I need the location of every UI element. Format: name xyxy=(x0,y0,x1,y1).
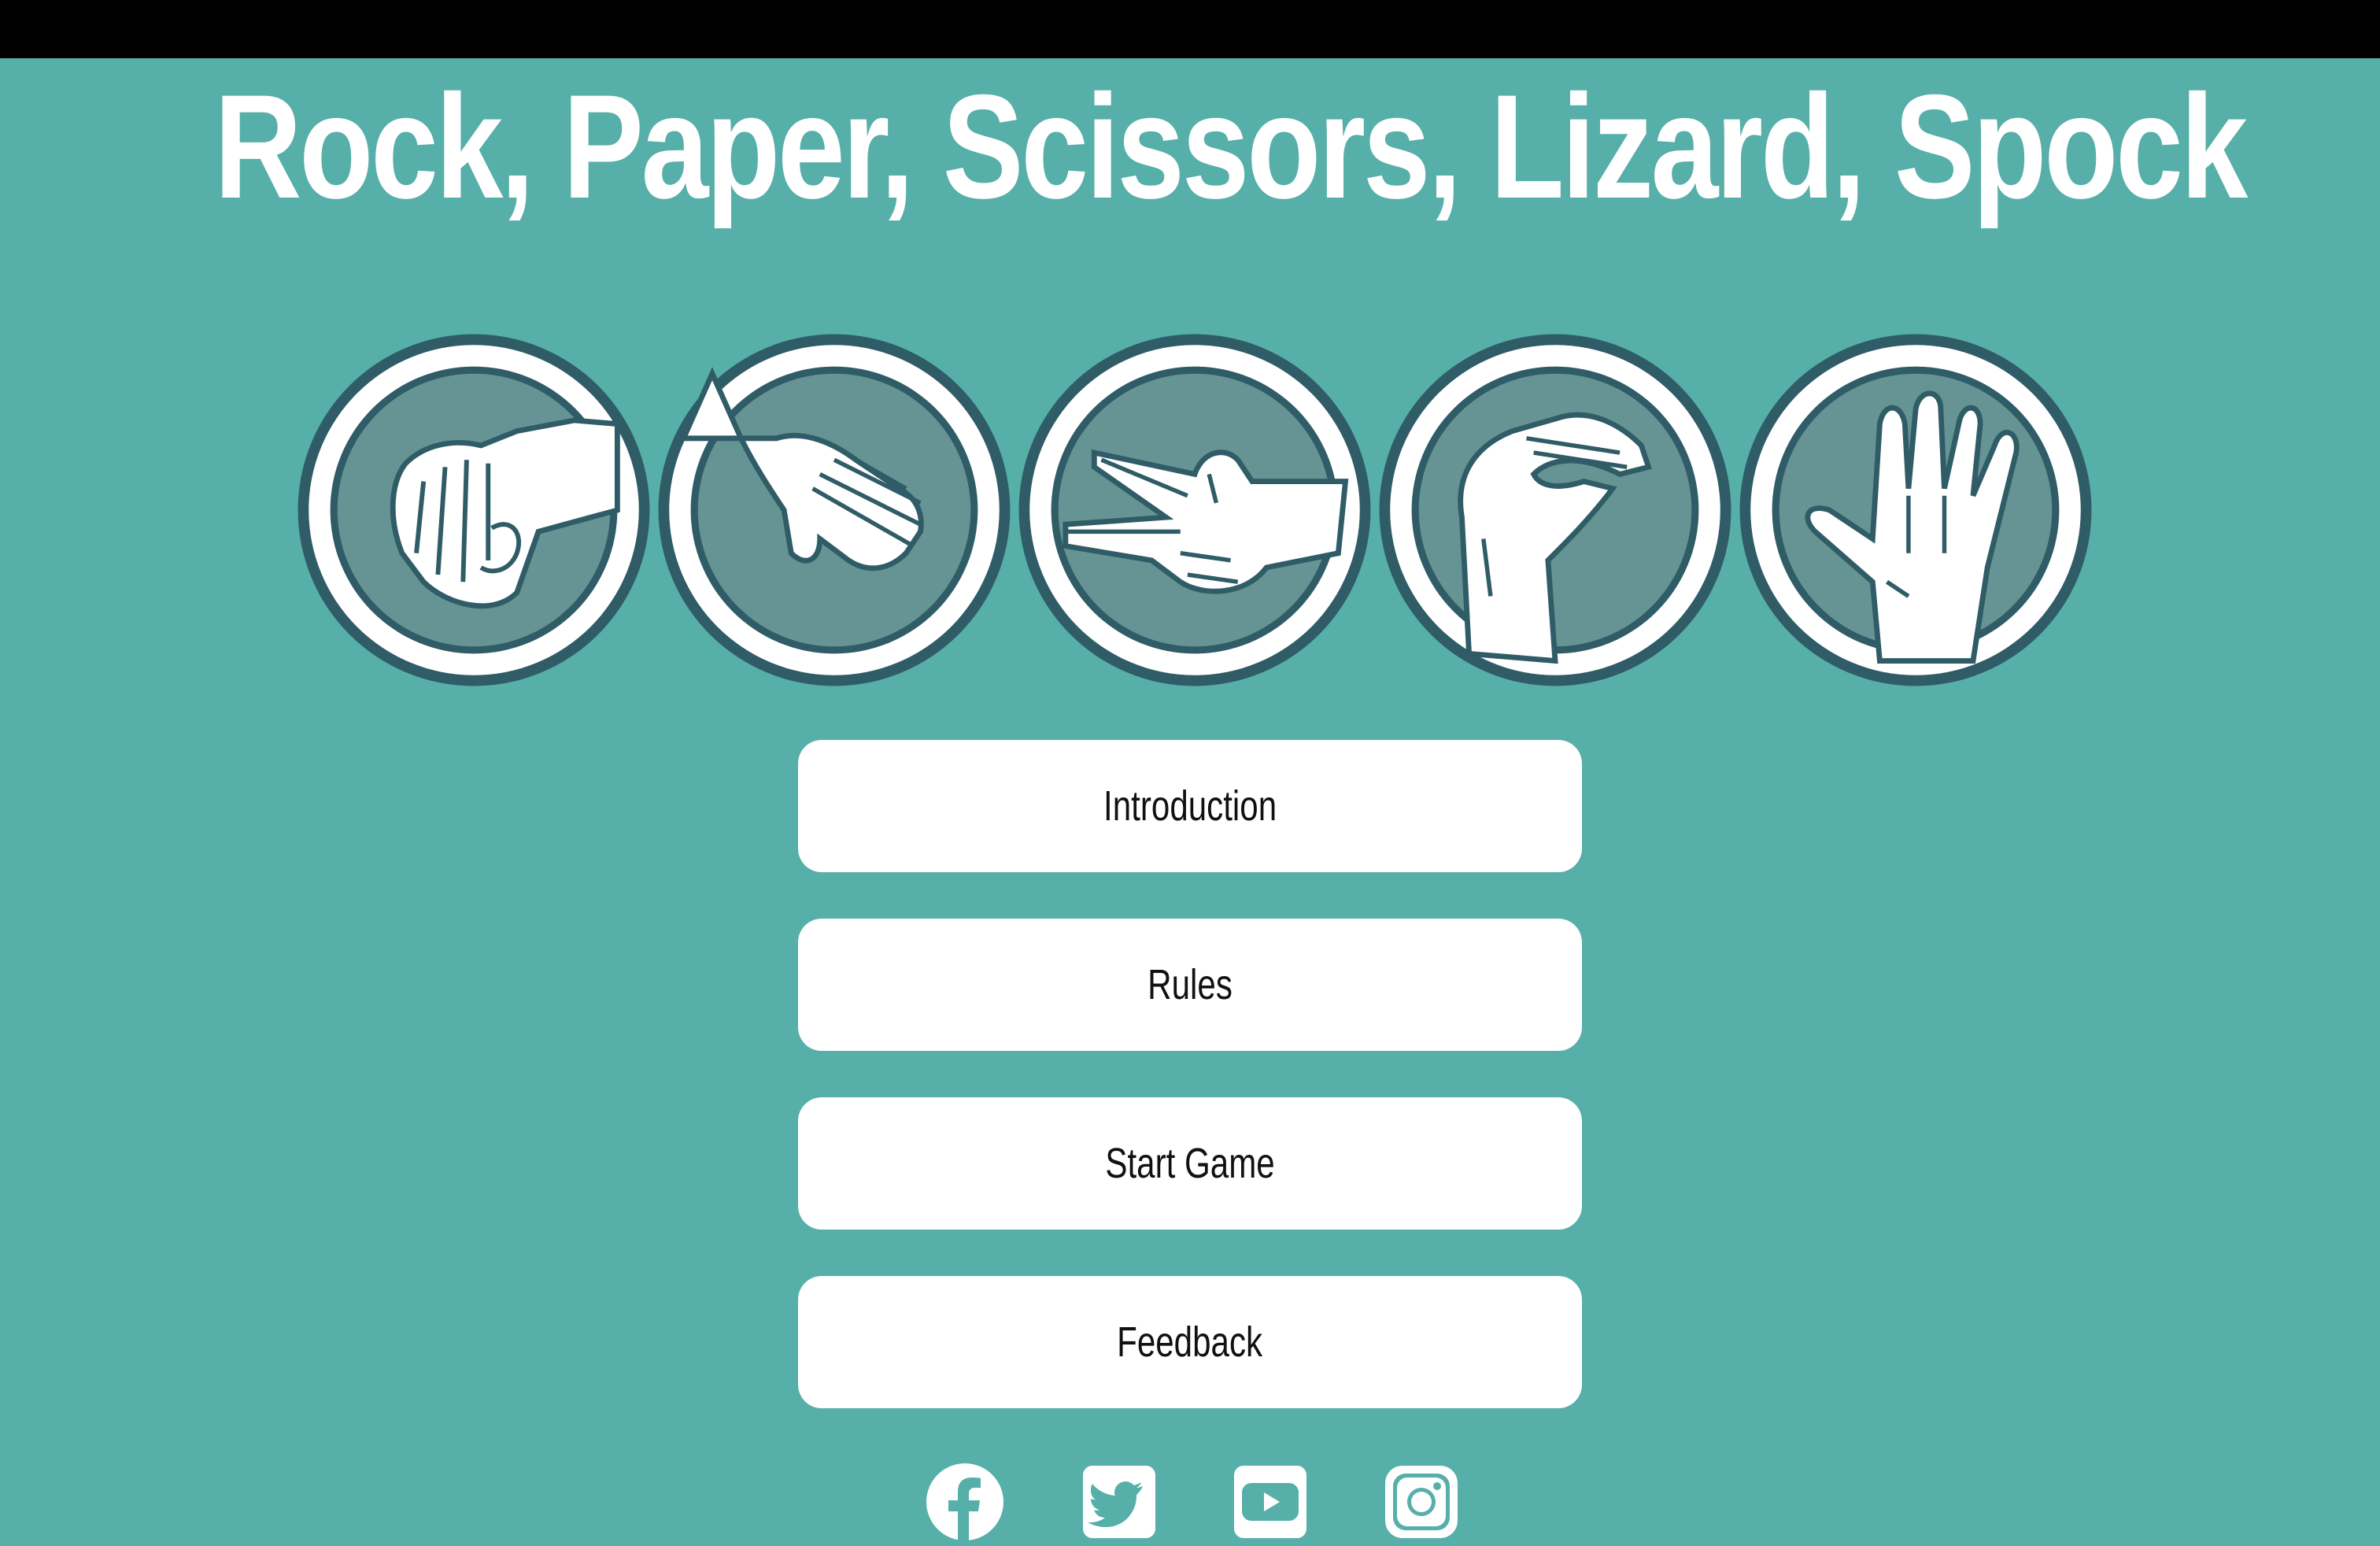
start-game-button-label: Start Game xyxy=(1105,1140,1275,1187)
lizard-hand-icon xyxy=(1376,331,1735,690)
introduction-button-label: Introduction xyxy=(1103,782,1277,830)
feedback-button[interactable]: Feedback xyxy=(798,1276,1582,1408)
spock-salute-icon xyxy=(1736,331,2095,690)
facebook-icon[interactable] xyxy=(926,1463,1004,1541)
feedback-button-label: Feedback xyxy=(1117,1319,1263,1366)
top-bar xyxy=(0,0,2380,58)
rules-button-label: Rules xyxy=(1148,961,1232,1008)
rules-button[interactable]: Rules xyxy=(798,919,1582,1051)
scissors-fingers-icon xyxy=(1015,331,1374,690)
rock-fist-icon xyxy=(294,331,653,690)
social-links xyxy=(0,1463,2380,1546)
introduction-button[interactable]: Introduction xyxy=(798,740,1582,872)
main-menu: Introduction Rules Start Game Feedback xyxy=(798,740,1582,1455)
gesture-icons xyxy=(0,331,2380,690)
paper-hand-icon xyxy=(655,331,1014,690)
youtube-icon[interactable] xyxy=(1231,1463,1310,1541)
page-title: Rock, Paper, Scissors, Lizard, Spock xyxy=(214,64,2248,229)
start-game-button[interactable]: Start Game xyxy=(798,1097,1582,1230)
twitter-icon[interactable] xyxy=(1080,1463,1159,1541)
instagram-icon[interactable] xyxy=(1382,1463,1461,1541)
